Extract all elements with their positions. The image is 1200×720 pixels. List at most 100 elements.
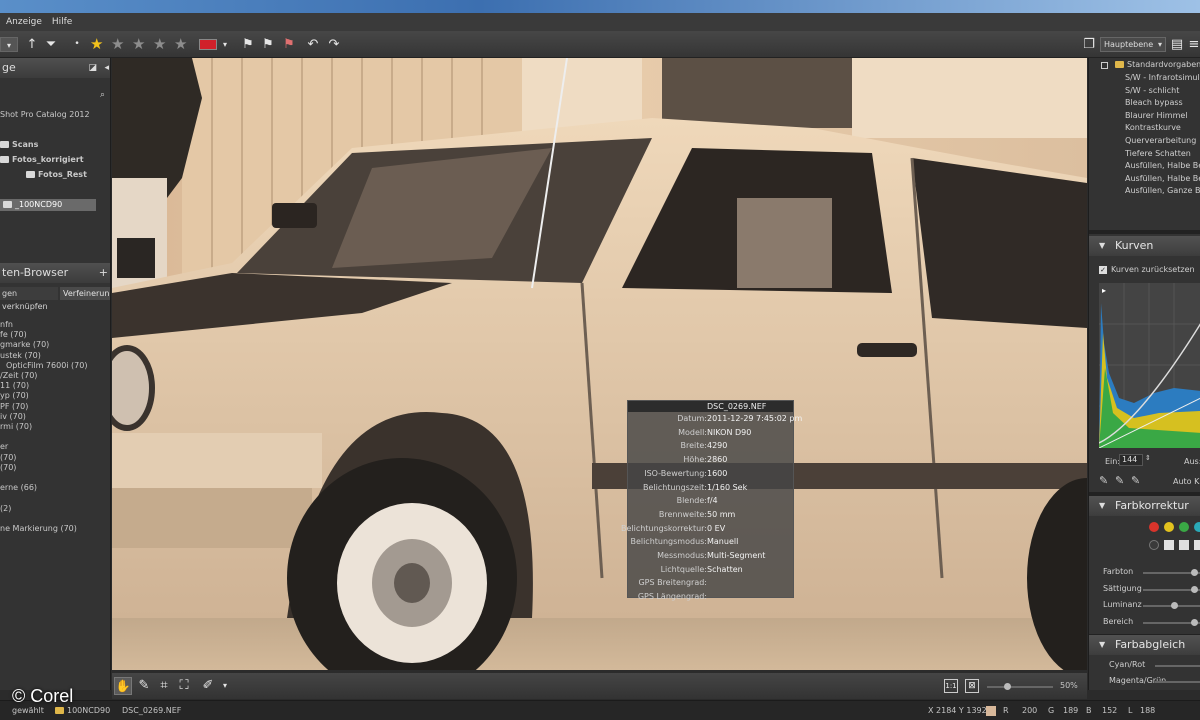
color-label-swatch[interactable]	[199, 39, 217, 50]
color-slider-knob[interactable]	[1190, 618, 1198, 626]
new-folder-icon[interactable]: ◪	[88, 58, 97, 78]
color-slider-knob[interactable]	[1190, 569, 1198, 576]
menu-item-hilfe[interactable]: Hilfe	[52, 17, 72, 27]
curve-white-point-icon[interactable]: ▸	[1102, 286, 1106, 295]
flag-checkered-icon[interactable]: ⚑	[260, 37, 276, 52]
rating-star-icon[interactable]: ★	[174, 36, 187, 52]
preset-item[interactable]: Ausfüllen, Ganze Bel	[1125, 186, 1200, 195]
browser-panel-header[interactable]: ten-Browser +	[0, 263, 110, 283]
rotate-right-icon[interactable]: ↷	[326, 37, 342, 52]
keyword-item[interactable]: (70)	[0, 463, 16, 472]
curves-reset-checkbox[interactable]: ✓	[1099, 266, 1107, 274]
layer-select[interactable]: Hauptebene ▾	[1100, 37, 1166, 52]
status-folder: 100NCD90	[55, 706, 110, 715]
keyword-item[interactable]: iv (70)	[0, 412, 26, 421]
preset-item[interactable]: Bleach bypass	[1125, 98, 1183, 107]
preset-item[interactable]: Blaurer Himmel	[1125, 111, 1188, 120]
keyword-item[interactable]: er	[0, 442, 8, 451]
hand-tool-icon[interactable]: ✋	[114, 677, 132, 695]
main-photo[interactable]	[112, 58, 1087, 670]
preset-item[interactable]: Ausfüllen, Halbe Bel	[1125, 161, 1200, 170]
rating-star-icon[interactable]: ★	[111, 36, 124, 52]
keyword-item[interactable]: nfn	[0, 320, 13, 329]
folder-tree-item[interactable]: Scans	[0, 140, 38, 149]
tab-refinement[interactable]: Verfeinerung	[60, 287, 110, 300]
color-swatch[interactable]	[1164, 522, 1174, 532]
color-swatch[interactable]	[1194, 540, 1200, 550]
keyword-item[interactable]: /Zeit (70)	[0, 371, 37, 380]
eyedropper-white-icon[interactable]: ✎	[1131, 474, 1140, 487]
folder-icon	[3, 201, 12, 208]
dropdown-icon[interactable]: ▾	[0, 37, 18, 52]
crop-tool-icon[interactable]: ⌗	[156, 678, 172, 693]
curves-graph[interactable]	[1098, 283, 1200, 449]
keyword-item[interactable]: rmi (70)	[0, 422, 32, 431]
color-swatch[interactable]	[1149, 522, 1159, 532]
rotate-left-icon[interactable]: ↶	[305, 37, 321, 52]
color-swatch[interactable]	[1194, 522, 1200, 532]
flag-reject-icon[interactable]: ⚑	[281, 37, 297, 52]
add-icon[interactable]: +	[99, 263, 108, 283]
chevron-down-icon[interactable]: ▾	[220, 678, 230, 693]
panel-collapse-icon[interactable]: ◂	[104, 58, 109, 78]
keyword-item[interactable]: erne (66)	[0, 483, 37, 492]
preset-item[interactable]: S/W - schlicht	[1125, 86, 1179, 95]
eyedropper-gray-icon[interactable]: ✎	[1115, 474, 1124, 487]
keyword-item[interactable]: 11 (70)	[0, 381, 29, 390]
preset-item[interactable]: Querverarbeitung	[1125, 136, 1196, 145]
keyword-item[interactable]: ustek (70)	[0, 351, 41, 360]
keyword-item[interactable]: OpticFilm 7600i (70)	[6, 361, 87, 370]
color-swatch[interactable]	[1149, 540, 1159, 550]
export-icon[interactable]: ▤	[1170, 37, 1184, 52]
sort-up-icon[interactable]: ↑	[26, 37, 38, 52]
rating-star-icon[interactable]: ★	[90, 36, 103, 52]
keyword-item[interactable]: (70)	[0, 453, 16, 462]
keyword-item[interactable]: PF (70)	[0, 402, 28, 411]
preset-item[interactable]: S/W - Infrarotsimul	[1125, 73, 1200, 82]
folder-tree-item[interactable]: _100NCD90	[0, 199, 96, 211]
folder-tree-item[interactable]: Fotos_Rest	[26, 170, 87, 179]
keyword-item[interactable]: gmarke (70)	[0, 340, 49, 349]
curves-in-input[interactable]: 144	[1119, 454, 1143, 466]
color-swatch[interactable]	[1179, 522, 1189, 532]
library-panel-header[interactable]: ge ◪ ◂	[0, 58, 110, 78]
rating-star-icon[interactable]: ★	[132, 36, 145, 52]
balance-slider-track[interactable]	[1155, 665, 1200, 667]
brush-tool-icon[interactable]: ✎	[136, 678, 152, 693]
panel-menu-icon[interactable]: ≡	[1188, 37, 1200, 52]
filter-icon[interactable]: ⏷	[44, 37, 58, 52]
menu-item-anzeige[interactable]: Anzeige	[6, 17, 42, 27]
preset-item[interactable]: Kontrastkurve	[1125, 123, 1181, 132]
rating-star-icon[interactable]: ★	[153, 36, 166, 52]
keyword-item[interactable]: fe (70)	[0, 330, 27, 339]
actual-size-icon[interactable]: 1:1	[944, 679, 958, 693]
curves-panel-header[interactable]: ▼ Kurven	[1089, 236, 1200, 256]
eyedropper-black-icon[interactable]: ✎	[1099, 474, 1108, 487]
search-icon[interactable]: ⌕	[100, 90, 105, 100]
color-correction-panel-header[interactable]: ▼ Farbkorrektur	[1089, 496, 1200, 516]
straighten-tool-icon[interactable]: ⛶	[176, 678, 192, 693]
chevron-down-icon[interactable]: ▾	[220, 37, 230, 52]
keyword-item[interactable]: ne Markierung (70)	[0, 524, 77, 533]
balance-slider-track[interactable]	[1155, 681, 1200, 683]
zoom-slider-knob[interactable]	[1003, 683, 1011, 690]
preset-item[interactable]: Tiefere Schatten	[1125, 149, 1191, 158]
fit-screen-icon[interactable]: ⊠	[965, 679, 979, 693]
tab-link-keywords[interactable]: gen verknüpfen	[0, 287, 58, 311]
retouch-brush-icon[interactable]: ✐	[200, 678, 216, 693]
keyword-item[interactable]: yp (70)	[0, 391, 29, 400]
stepper-icon[interactable]: ⇕	[1145, 454, 1151, 462]
auto-curves-button[interactable]: Auto K	[1173, 477, 1199, 486]
layers-icon[interactable]: ❐	[1081, 37, 1097, 52]
keyword-item[interactable]: (2)	[0, 504, 11, 513]
color-slider-knob[interactable]	[1170, 602, 1178, 609]
flag-icon[interactable]: ⚑	[240, 37, 256, 52]
color-slider-knob[interactable]	[1190, 585, 1198, 593]
preset-item[interactable]: Ausfüllen, Halbe Bel	[1125, 174, 1200, 183]
color-swatch[interactable]	[1164, 540, 1174, 550]
color-balance-panel-header[interactable]: ▼ Farbabgleich	[1089, 635, 1200, 655]
expand-icon[interactable]	[1101, 62, 1108, 69]
presets-root[interactable]: Standardvorgaben	[1115, 60, 1200, 69]
folder-tree-item[interactable]: Fotos_korrigiert	[0, 155, 84, 164]
color-swatch[interactable]	[1179, 540, 1189, 550]
